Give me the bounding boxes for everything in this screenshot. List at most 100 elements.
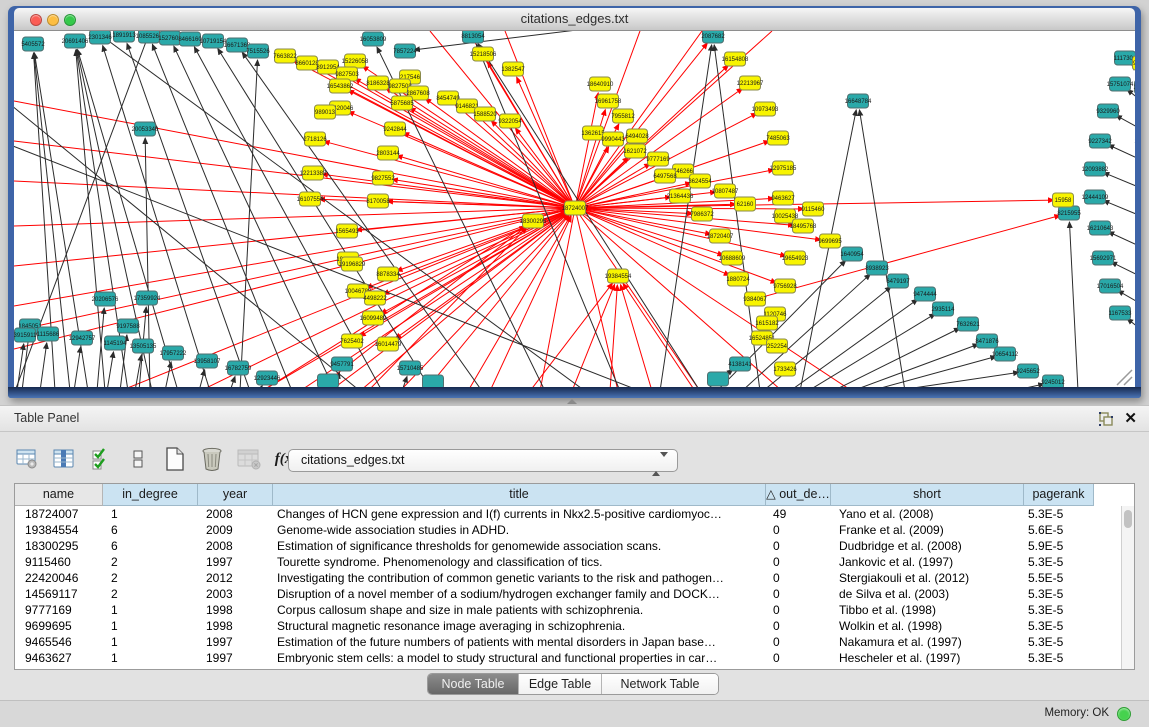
vertical-scrollbar[interactable] bbox=[1121, 506, 1134, 669]
close-panel-icon[interactable]: ✕ bbox=[1124, 408, 1137, 430]
network-node-label: 1382547 bbox=[501, 67, 525, 73]
column-header-short[interactable]: short bbox=[831, 484, 1024, 506]
close-traffic-light-icon[interactable] bbox=[30, 14, 42, 26]
table-settings-icon[interactable] bbox=[14, 445, 40, 473]
table-cell: 49 bbox=[766, 506, 831, 522]
column-header-year[interactable]: year bbox=[198, 484, 273, 506]
network-edge[interactable] bbox=[1108, 145, 1135, 163]
network-edge[interactable] bbox=[575, 31, 702, 208]
network-edge[interactable] bbox=[230, 377, 235, 387]
network-edge[interactable] bbox=[621, 285, 652, 387]
column-header-in-degree[interactable]: in_degree bbox=[103, 484, 198, 506]
table-row[interactable]: 1872400712008Changes of HCN gene express… bbox=[15, 506, 1121, 522]
network-edge[interactable] bbox=[40, 343, 47, 387]
network-edge[interactable] bbox=[199, 370, 205, 387]
network-edge[interactable] bbox=[22, 335, 29, 387]
network-edge[interactable] bbox=[1127, 90, 1135, 106]
minimize-traffic-light-icon[interactable] bbox=[47, 14, 59, 26]
network-edge[interactable] bbox=[1118, 291, 1135, 308]
network-edge[interactable] bbox=[400, 208, 575, 387]
delete-table-disabled-icon[interactable] bbox=[236, 445, 262, 473]
network-node-label: 16053809 bbox=[360, 37, 387, 43]
network-edge[interactable] bbox=[808, 314, 935, 387]
network-edge[interactable] bbox=[572, 284, 615, 387]
network-node[interactable] bbox=[423, 375, 444, 387]
divider-handle[interactable] bbox=[567, 399, 577, 404]
tab-network-table[interactable]: Network Table bbox=[601, 674, 718, 694]
table-row[interactable]: 1830029562008Estimation of significance … bbox=[15, 538, 1121, 554]
table-cell: 2008 bbox=[198, 506, 273, 522]
network-node[interactable] bbox=[318, 374, 339, 387]
table-cell: 5.3E-5 bbox=[1024, 602, 1094, 618]
network-edge[interactable] bbox=[14, 208, 575, 349]
table-cell: Changes of HCN gene expression and I(f) … bbox=[273, 506, 766, 522]
network-edge[interactable] bbox=[575, 208, 804, 209]
table-row[interactable]: 946362711997Embryonic stem cells: a mode… bbox=[15, 650, 1121, 666]
network-edge[interactable] bbox=[74, 347, 81, 387]
network-edge[interactable] bbox=[1111, 262, 1135, 280]
network-graph[interactable]: 5405572206914062301346189191310855267152… bbox=[14, 31, 1135, 387]
tab-edge-table[interactable]: Edge Table bbox=[518, 674, 601, 694]
status-bar: Memory: OK bbox=[0, 700, 1149, 727]
table-cell: Genome-wide association studies in ADHD. bbox=[273, 522, 766, 538]
network-edge[interactable] bbox=[623, 283, 695, 387]
table-row[interactable]: 2242004622012Investigating the contribut… bbox=[15, 570, 1121, 586]
network-edge[interactable] bbox=[107, 352, 114, 387]
network-edge[interactable] bbox=[468, 208, 575, 387]
zoom-traffic-light-icon[interactable] bbox=[64, 14, 76, 26]
table-select-dropdown[interactable]: citations_edges.txt bbox=[288, 449, 678, 472]
network-edge[interactable] bbox=[1108, 232, 1135, 250]
network-node-label: 16961758 bbox=[595, 99, 622, 105]
column-header-out-degree[interactable]: △ out_de… bbox=[766, 484, 831, 506]
select-all-checks-icon[interactable] bbox=[88, 445, 114, 473]
network-edge[interactable] bbox=[1103, 200, 1135, 219]
row-height-icon[interactable] bbox=[125, 445, 151, 473]
column-header-name[interactable]: name bbox=[15, 484, 103, 506]
network-edge[interactable] bbox=[530, 283, 613, 387]
table-cell: 9777169 bbox=[15, 602, 103, 618]
delete-trash-icon[interactable] bbox=[199, 445, 225, 473]
network-edge[interactable] bbox=[240, 60, 258, 387]
tab-node-table[interactable]: Node Table bbox=[428, 674, 518, 694]
table-row[interactable]: 1938455462009Genome-wide association stu… bbox=[15, 522, 1121, 538]
network-edge[interactable] bbox=[410, 108, 575, 208]
network-edge[interactable] bbox=[97, 308, 104, 387]
network-node[interactable] bbox=[708, 372, 729, 386]
network-node-label: 1565493 bbox=[335, 229, 359, 235]
network-edge[interactable] bbox=[1116, 115, 1135, 133]
float-window-icon[interactable] bbox=[1099, 412, 1113, 426]
network-edge[interactable] bbox=[1069, 222, 1078, 387]
table-row[interactable]: 946554611997Estimation of the future num… bbox=[15, 634, 1121, 650]
column-select-icon[interactable] bbox=[51, 445, 77, 473]
table-row[interactable]: 911546021997Tourette syndrome. Phenomeno… bbox=[15, 554, 1121, 570]
network-edge[interactable] bbox=[152, 44, 292, 387]
network-edge[interactable] bbox=[1103, 172, 1135, 191]
window-titlebar[interactable]: citations_edges.txt bbox=[14, 8, 1135, 31]
combo-stepper-icon bbox=[652, 454, 668, 475]
network-edge[interactable] bbox=[575, 208, 786, 256]
window-frame-bottom bbox=[8, 387, 1141, 398]
table-cell: 9463627 bbox=[15, 650, 103, 666]
network-edge[interactable] bbox=[402, 377, 407, 387]
resize-grip-icon[interactable] bbox=[1117, 370, 1132, 385]
network-edge[interactable] bbox=[14, 210, 566, 331]
table-cell: 9115460 bbox=[15, 554, 103, 570]
network-edge[interactable] bbox=[540, 208, 575, 387]
network-edge[interactable] bbox=[165, 362, 171, 387]
memory-ok-indicator-icon[interactable] bbox=[1117, 707, 1131, 721]
network-edge[interactable] bbox=[17, 344, 24, 387]
table-row[interactable]: 969969511998Structural magnetic resonanc… bbox=[15, 618, 1121, 634]
scrollbar-thumb[interactable] bbox=[1124, 510, 1132, 528]
network-edge[interactable] bbox=[200, 208, 575, 387]
table-row[interactable]: 977716911998Corpus callosum shape and si… bbox=[15, 602, 1121, 618]
table-row[interactable]: 1456911722003Disruption of a novel membe… bbox=[15, 586, 1121, 602]
new-document-icon[interactable] bbox=[162, 445, 188, 473]
network-canvas[interactable]: 5405572206914062301346189191310855267152… bbox=[14, 31, 1135, 387]
column-header-title[interactable]: title bbox=[273, 484, 766, 506]
column-header-pagerank[interactable]: pagerank bbox=[1024, 484, 1094, 506]
network-node-label: 8170058 bbox=[366, 199, 390, 205]
network-edge[interactable] bbox=[414, 31, 585, 50]
network-edge[interactable] bbox=[1127, 319, 1135, 335]
table-cell: 19384554 bbox=[15, 522, 103, 538]
network-edge[interactable] bbox=[14, 141, 575, 208]
